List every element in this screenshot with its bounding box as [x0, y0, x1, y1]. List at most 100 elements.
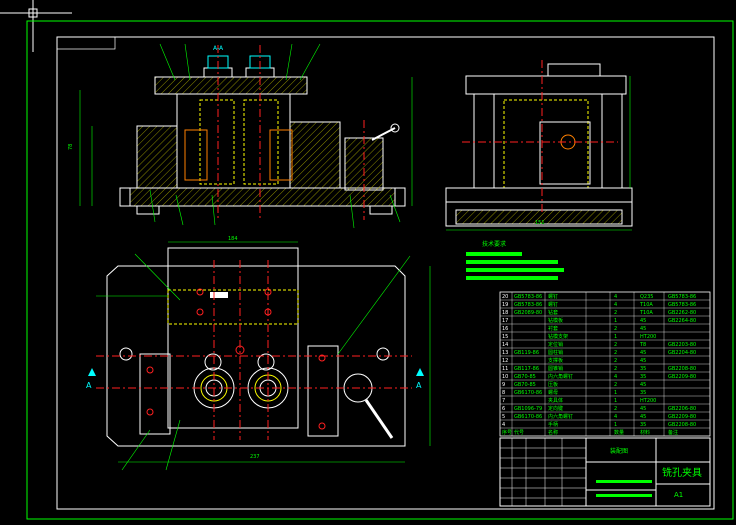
bom-cell-note: GB5783-86 [668, 294, 696, 300]
bom-cell-material: T10A [639, 310, 653, 316]
bom-cell-material: HT200 [640, 334, 656, 340]
bom-cell-name: 夹具体 [548, 397, 563, 404]
bom-cell-qty: 2 [614, 310, 617, 316]
bom-header-qty: 数量 [614, 429, 624, 436]
bom-cell-qty: 1 [614, 334, 617, 340]
dim-height-front: 78 [68, 144, 74, 150]
bom-cell-note: GB2262-80 [668, 310, 696, 316]
bom-cell-code: GB70-85 [514, 374, 536, 380]
dim-width-side: 151 [535, 220, 545, 226]
plan-view: A A 237 184 [86, 236, 431, 471]
bom-cell-name: 钻模板 [548, 317, 563, 324]
cad-drawing: A-A 78 151 A A 237 184 技术要求 20 GB5783-86… [0, 0, 734, 520]
bom-cell-material: 35 [640, 390, 646, 396]
bom-cell-num: 4 [502, 422, 505, 428]
table-row: 20 GB5783-86 螺钉 4 Q235 GB5783-86 [502, 293, 696, 300]
bom-cell-num: 14 [502, 342, 508, 348]
bom-cell-note: GB5783-86 [668, 302, 696, 308]
table-row: 13 GB119-86 圆柱销 2 45 GB2204-80 [502, 349, 696, 356]
bom-cell-material: T8 [639, 342, 646, 348]
bom-cell-name: 手柄 [548, 421, 558, 428]
dim-top-plan: 184 [228, 236, 238, 242]
bom-header-material: 材料 [640, 429, 650, 436]
bom-cell-material: 45 [640, 318, 646, 324]
bom-cell-num: 16 [502, 326, 508, 332]
bom-cell-name: 钻模支架 [548, 333, 568, 340]
bom-cell-num: 20 [502, 294, 508, 300]
bom-cell-qty: 1 [614, 318, 617, 324]
drawing-title: 铣孔夹具 [662, 466, 702, 479]
bom-cell-num: 18 [502, 310, 508, 316]
bom-cell-note: GB2209-80 [668, 414, 696, 420]
table-row: 8 GB6170-86 螺母 1 35 [502, 389, 646, 396]
bom-cell-num: 8 [502, 390, 505, 396]
bom-table: 20 GB5783-86 螺钉 4 Q235 GB5783-8619 GB5783-86 螺钉… [499, 291, 711, 437]
bom-cell-material: 45 [640, 382, 646, 388]
table-row: 7 夹具体 1 HT200 [502, 397, 656, 404]
bom-cell-name: 圆锥销 [548, 365, 563, 372]
bom-cell-qty: 4 [614, 414, 617, 420]
bom-cell-qty: 2 [614, 406, 617, 412]
bom-cell-note: GB2206-80 [668, 406, 696, 412]
bom-cell-material: 45 [640, 350, 646, 356]
bom-cell-note: GB2208-80 [668, 422, 696, 428]
dim-width-plan: 237 [250, 454, 260, 460]
table-row: 17 钻模板 1 45 GB2264-80 [502, 317, 696, 324]
bom-cell-code: GB6170-86 [514, 390, 542, 396]
section-label-right: A [416, 381, 422, 390]
table-row: 19 GB5783-86 螺钉 4 T10A GB5783-86 [502, 301, 696, 308]
bom-cell-name: 衬套 [548, 325, 558, 332]
tech-requirements: 技术要求 [466, 240, 564, 280]
table-row: 11 GB117-86 圆锥销 2 35 GB2208-80 [502, 365, 696, 372]
bom-cell-note: GB2208-80 [668, 366, 696, 372]
table-row: 9 GB70-85 压板 2 45 [502, 381, 646, 388]
bom-cell-qty: 1 [614, 422, 617, 428]
assembly-label: 装配图 [610, 447, 628, 455]
bom-cell-num: 7 [502, 398, 505, 404]
bom-cell-qty: 2 [614, 382, 617, 388]
cad-drawing-canvas[interactable]: A-A 78 151 A A 237 184 技术要求 20 GB5783-86… [0, 0, 736, 525]
bom-cell-num: 9 [502, 382, 505, 388]
bom-cell-material: HT200 [640, 398, 656, 404]
bom-cell-code: GB119-86 [514, 350, 539, 356]
bom-cell-material: 45 [640, 414, 646, 420]
bom-cell-material: 45 [640, 326, 646, 332]
bom-cell-num: 5 [502, 414, 505, 420]
side-view: 151 [445, 60, 633, 231]
sheet-outer-border [26, 20, 734, 520]
bom-header-num: 序号 [502, 429, 512, 436]
bom-cell-material: 35 [640, 366, 646, 372]
bom-cell-name: 内六角螺钉 [548, 373, 573, 380]
section-mark: A-A [213, 45, 224, 52]
bom-cell-material: T10A [639, 302, 653, 308]
bom-cell-code: GB5783-86 [514, 302, 542, 308]
bom-cell-num: 13 [502, 350, 508, 356]
sheet-size: A1 [674, 491, 683, 499]
bom-cell-num: 6 [502, 406, 505, 412]
table-row: 10 GB70-85 内六角螺钉 4 35 GB2209-80 [502, 373, 696, 380]
bom-cell-material: 35 [640, 374, 646, 380]
bom-cell-qty: 2 [614, 326, 617, 332]
bom-cell-num: 19 [502, 302, 508, 308]
bom-cell-name: 定向键 [548, 405, 563, 412]
bom-cell-num: 17 [502, 318, 508, 324]
bom-cell-qty: 1 [614, 390, 617, 396]
bom-cell-material: 45 [640, 406, 646, 412]
bom-cell-name: 定位销 [548, 341, 563, 348]
tech-req-title: 技术要求 [482, 240, 506, 248]
table-row: 16 衬套 2 45 [502, 325, 646, 332]
bom-cell-note: GB2209-80 [668, 374, 696, 380]
bom-cell-name: 压板 [548, 381, 558, 388]
crosshair-cursor-icon [0, 0, 72, 52]
bom-cell-qty: 2 [614, 358, 617, 364]
bom-cell-name: 螺母 [548, 389, 558, 396]
bom-header-name: 名称 [548, 429, 558, 436]
bom-cell-code: GB117-86 [514, 366, 539, 372]
bom-cell-code: GB6170-86 [514, 414, 542, 420]
bom-cell-qty: 4 [614, 374, 617, 380]
bom-header-note: 备注 [668, 429, 678, 436]
bom-cell-qty: 2 [614, 350, 617, 356]
bom-cell-num: 10 [502, 374, 508, 380]
bom-cell-note: GB2203-80 [668, 342, 696, 348]
bom-cell-material: Q235 [640, 294, 653, 300]
